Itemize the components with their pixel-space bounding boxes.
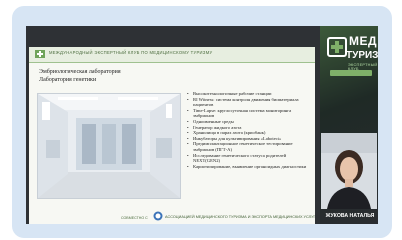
video-player[interactable]: МЕЖДУНАРОДНЫЙ ЭКСПЕРТНЫЙ КЛУБ ПО МЕДИЦИН… [26, 26, 378, 224]
heading-line-1: Эмбриологическая лаборатория [39, 69, 121, 75]
slide-heading: Эмбриологическая лаборатория Лаборатория… [39, 69, 121, 84]
equipment-list: Высокотехнологичные рабочие станции RI W… [187, 91, 311, 169]
footer-association-name: АССОЦИАЦИЕЙ МЕДИЦИНСКОГО ТУРИЗМА И ЭКСПО… [165, 215, 315, 219]
list-item: Исследование генетического статуса родит… [187, 153, 311, 164]
presentation-slide: МЕЖДУНАРОДНЫЙ ЭКСПЕРТНЫЙ КЛУБ ПО МЕДИЦИН… [29, 47, 315, 224]
speaker-webcam [321, 133, 377, 209]
list-item: Time-Lapse: круглосуточная система монит… [187, 108, 311, 119]
footer-partner-label: СОВМЕСТНО С [121, 216, 148, 220]
club-logo-icon [35, 50, 45, 58]
heading-line-2: Лаборатория генетики [39, 76, 97, 83]
list-item: Предимплантационное генетическое тестиро… [187, 141, 311, 152]
association-seal-icon [153, 211, 163, 221]
laboratory-photo [37, 93, 181, 199]
speaker-name: ЖУКОВА НАТАЛЬЯ [325, 213, 375, 219]
list-item: Кариотипирование, выявление органоидных … [187, 164, 311, 170]
brand-line-3: ЭКСПЕРТНЫЙ КЛУБ [348, 63, 378, 71]
brand-line-1: МЕД [349, 34, 378, 48]
slide-header: МЕЖДУНАРОДНЫЙ ЭКСПЕРТНЫЙ КЛУБ ПО МЕДИЦИН… [29, 47, 315, 63]
list-item: RI Witness: система контроля движения би… [187, 97, 311, 108]
slide-header-title: МЕЖДУНАРОДНЫЙ ЭКСПЕРТНЫЙ КЛУБ ПО МЕДИЦИН… [49, 50, 213, 55]
brand-line-2: ТУРИЗМ [346, 50, 378, 61]
